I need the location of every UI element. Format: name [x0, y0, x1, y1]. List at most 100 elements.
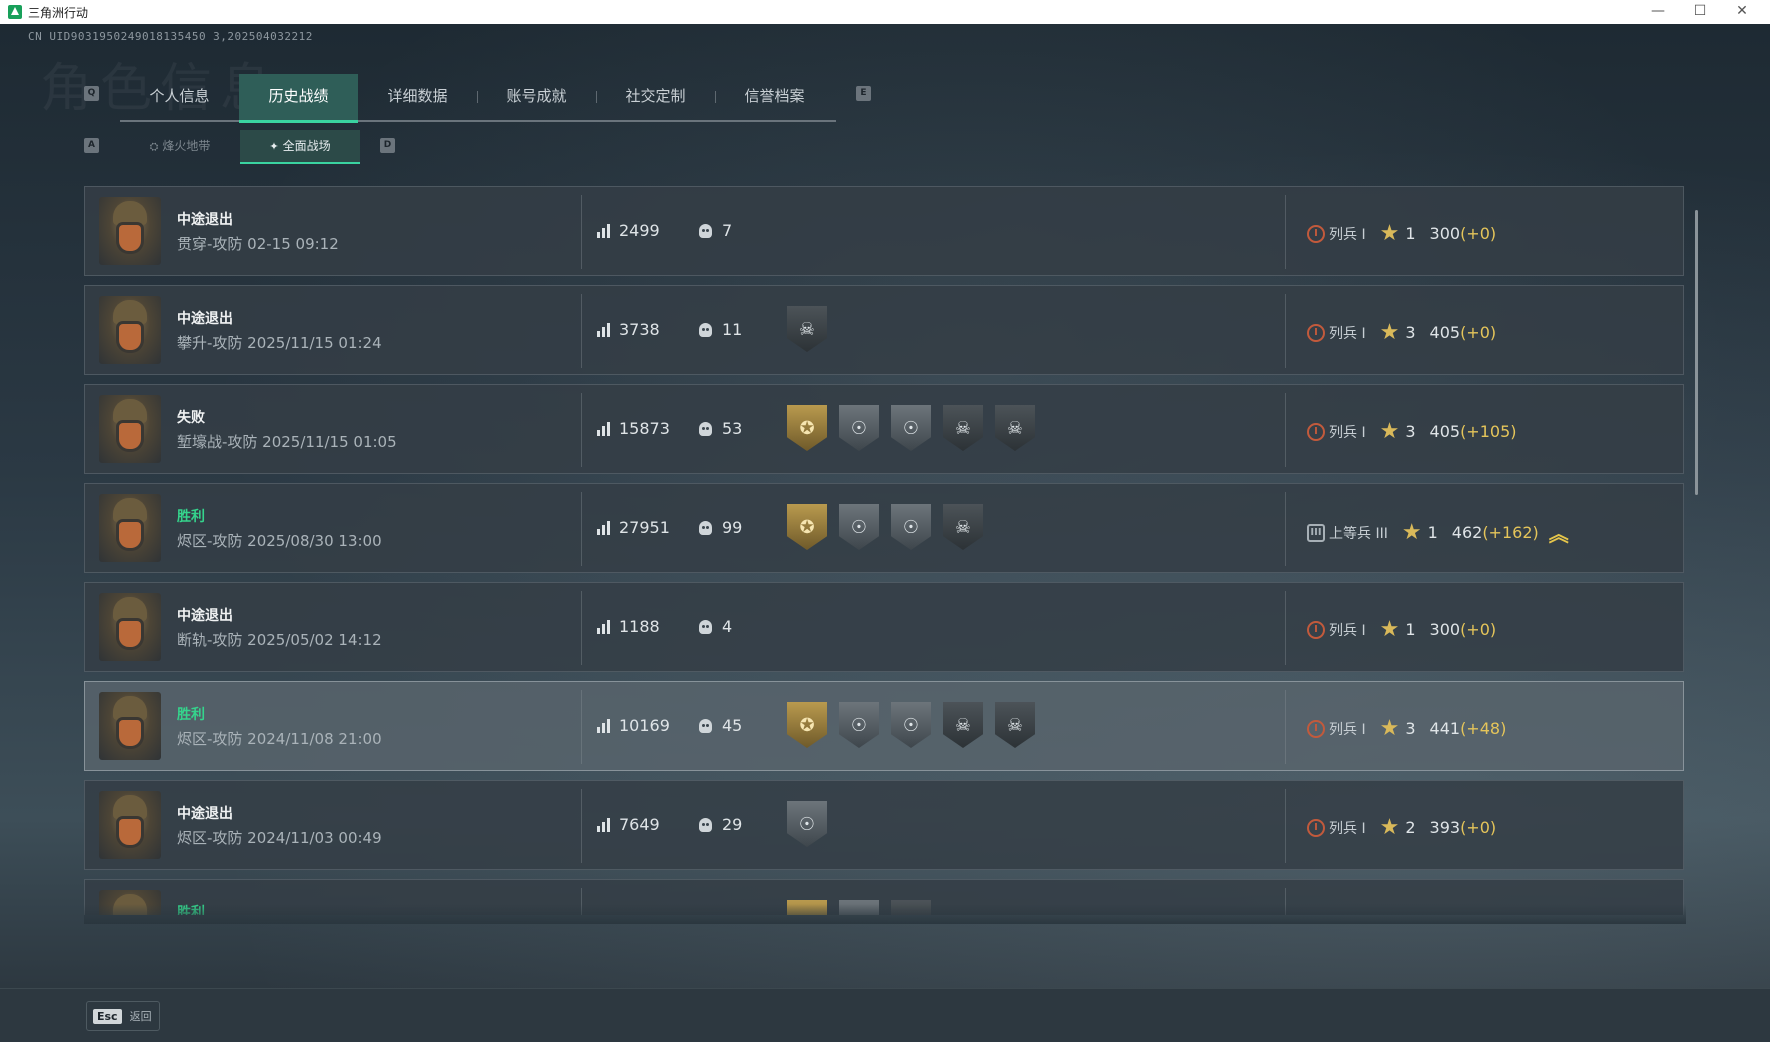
score-stat: 1188 [597, 617, 660, 636]
rank-emblem-icon: I [1307, 818, 1325, 837]
star-level: 3 [1405, 323, 1416, 342]
match-record-row[interactable]: 胜利 烬区-攻防 2025/08/30 13:00 27951 99 ✪ ☉ ☉ ☠ III 上等… [84, 483, 1684, 573]
rank-info: I 列兵 I ★ 3 441 (+48) [1307, 716, 1506, 741]
operator-avatar [99, 791, 161, 859]
rank-points: 300 [1429, 620, 1461, 639]
star-level: 1 [1405, 620, 1416, 639]
star-level: 3 [1405, 422, 1416, 441]
match-record-row[interactable]: 中途退出 断轨-攻防 2025/05/02 14:12 1188 4 I 列兵 I ★ 1 30… [84, 582, 1684, 672]
kills-stat: 4 [699, 617, 732, 636]
map-and-time: 堑壕战-攻防 2025/11/15 01:05 [177, 433, 397, 451]
tab-match-history[interactable]: 历史战绩 [239, 74, 358, 123]
star-level: 2 [1405, 818, 1416, 837]
match-record-row[interactable]: 中途退出 攀升-攻防 2025/11/15 01:24 3738 11 ☠ I 列兵 I ★ 3… [84, 285, 1684, 375]
medal-silver-icon: ☉ [891, 702, 931, 748]
medal-silver-icon: ☉ [787, 801, 827, 847]
kills-value: 53 [722, 419, 743, 438]
warfare-icon: ✦ [269, 140, 279, 153]
tab-achievements[interactable]: 账号成就 [477, 74, 596, 120]
row-divider [1285, 393, 1286, 467]
star-icon: ★ [1379, 320, 1400, 345]
row-divider [581, 789, 582, 863]
map-and-time: 断轨-攻防 2025/05/02 14:12 [177, 631, 382, 649]
rank-name: 列兵 I [1329, 622, 1366, 639]
star-icon: ★ [1379, 221, 1400, 246]
star-icon: ★ [1401, 520, 1422, 545]
medals-row: ✪ ☉ ☉ ☠ [787, 504, 995, 550]
tab-next-key[interactable]: E [856, 86, 871, 101]
score-stat: 7649 [597, 815, 660, 834]
tab-social[interactable]: 社交定制 [596, 74, 715, 120]
match-result: 中途退出 [177, 311, 233, 327]
row-divider [581, 195, 582, 269]
subtab-prev-key[interactable]: A [84, 138, 99, 153]
match-record-row[interactable]: 中途退出 烬区-攻防 2024/11/03 00:49 7649 29 ☉ I 列兵 I ★ 2… [84, 780, 1684, 870]
score-value: 10169 [619, 716, 670, 735]
row-divider [1285, 294, 1286, 368]
minimize-button[interactable]: — [1638, 0, 1678, 24]
rank-emblem-icon: I [1307, 719, 1325, 738]
map-and-time: 烬区-攻防 2024/11/08 21:00 [177, 730, 382, 748]
skull-icon [699, 223, 712, 238]
rank-points: 405 [1429, 422, 1461, 441]
kills-stat: 45 [699, 716, 742, 735]
match-record-row[interactable]: 失败 堑壕战-攻防 2025/11/15 01:05 15873 53 ✪ ☉ ☉ ☠ ☠ I 列兵… [84, 384, 1684, 474]
close-button[interactable]: ✕ [1722, 0, 1762, 24]
row-divider [1285, 690, 1286, 764]
subtab-warfare-label: 全面战场 [282, 139, 331, 153]
match-record-row[interactable]: 中途退出 贯穿-攻防 02-15 09:12 2499 7 I 列兵 I ★ 1 300 (+0) [84, 186, 1684, 276]
score-stat: 10169 [597, 716, 670, 735]
medal-dark-icon: ☠ [995, 702, 1035, 748]
maximize-button[interactable]: ☐ [1680, 0, 1720, 24]
row-divider [581, 492, 582, 566]
row-divider [581, 690, 582, 764]
skull-icon [699, 619, 712, 634]
medal-dark-icon: ☠ [787, 306, 827, 352]
window-titlebar: 三角洲行动 — ☐ ✕ [0, 0, 1770, 24]
star-icon: ★ [1379, 617, 1400, 642]
match-result: 失败 [177, 410, 205, 426]
rank-emblem-icon: I [1307, 323, 1325, 342]
subtab-warfare[interactable]: ✦ 全面战场 [240, 130, 360, 164]
rank-points-delta: (+162) [1482, 523, 1539, 542]
medal-dark-icon: ☠ [995, 405, 1035, 451]
score-bars-icon [597, 718, 611, 733]
score-bars-icon [597, 421, 611, 436]
subtab-operations-label: 烽火地带 [162, 139, 211, 153]
tab-personal-info[interactable]: 个人信息 [120, 74, 239, 120]
score-value: 7649 [619, 815, 660, 834]
row-divider [581, 591, 582, 665]
rank-name: 列兵 I [1329, 820, 1366, 837]
score-value: 3738 [619, 320, 660, 339]
rank-info: I 列兵 I ★ 2 393 (+0) [1307, 815, 1496, 840]
subtab-operations[interactable]: ⛭ 烽火地带 [120, 130, 240, 162]
score-stat: 3738 [597, 320, 660, 339]
skull-icon [699, 322, 712, 337]
rank-points: 405 [1429, 323, 1461, 342]
skull-icon [699, 718, 712, 733]
rank-points: 462 [1451, 523, 1483, 542]
match-result: 胜利 [177, 509, 205, 525]
score-value: 2499 [619, 221, 660, 240]
match-history-list: 中途退出 贯穿-攻防 02-15 09:12 2499 7 I 列兵 I ★ 1 300 (+0)… [84, 186, 1686, 915]
medals-row: ✪ ☉ ☉ ☠ ☠ [787, 702, 1047, 748]
tab-detailed-data[interactable]: 详细数据 [358, 74, 477, 120]
star-icon: ★ [1379, 419, 1400, 444]
match-result: 中途退出 [177, 608, 233, 624]
tab-credit-record[interactable]: 信誉档案 [715, 74, 834, 120]
tab-prev-key[interactable]: Q [84, 86, 99, 101]
rank-info: I 列兵 I ★ 1 300 (+0) [1307, 617, 1496, 642]
medal-silver-icon: ☉ [839, 405, 879, 451]
score-bars-icon [597, 223, 611, 238]
star-icon: ★ [1379, 716, 1400, 741]
row-divider [1285, 789, 1286, 863]
match-record-row[interactable]: 胜利 烬区-攻防 2024/11/08 21:00 10169 45 ✪ ☉ ☉ ☠ ☠ I 列兵 … [84, 681, 1684, 771]
operator-avatar [99, 494, 161, 562]
subtab-next-key[interactable]: D [380, 138, 395, 153]
list-scrollbar[interactable] [1695, 210, 1698, 495]
medal-silver-icon: ☉ [891, 504, 931, 550]
skull-icon [699, 520, 712, 535]
back-button[interactable]: Esc 返回 [86, 1001, 160, 1031]
rank-up-chevron-icon: ︽ [1548, 522, 1569, 546]
kills-value: 11 [722, 320, 743, 339]
